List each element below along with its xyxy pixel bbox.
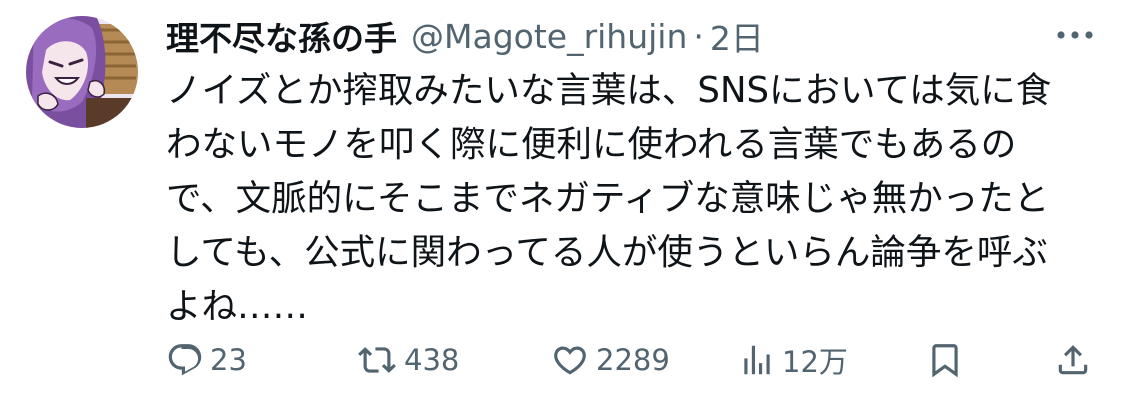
retweet-button[interactable]: 438: [356, 338, 459, 382]
avatar-illustration: [26, 16, 138, 128]
tweet[interactable]: 理不尽な孫の手 @Magote_rihujin · 2日 ノイズとか搾取みたいな…: [0, 0, 1125, 404]
views-icon: [744, 345, 770, 375]
action-bar: 23 438 2289 12万: [166, 338, 1096, 382]
views-count: 12万: [782, 345, 848, 379]
reply-button[interactable]: 23: [166, 338, 247, 382]
more-button[interactable]: [1053, 20, 1097, 50]
tweet-text-line: で、文脈的にそこまでネガティブな意味じゃ無かったと: [166, 178, 1050, 219]
tweet-text: ノイズとか搾取みたいな言葉は、SNSにおいては気に食 わないモノを叩く際に便利に…: [166, 64, 1096, 334]
more-icon: [1057, 31, 1093, 39]
timestamp[interactable]: 2日: [710, 12, 764, 60]
separator: ·: [693, 16, 704, 56]
avatar[interactable]: [26, 16, 138, 128]
handle[interactable]: @Magote_rihujin: [411, 17, 687, 56]
reply-count: 23: [210, 343, 247, 377]
tweet-text-line: わないモノを叩く際に便利に使われる言葉でもあるの: [166, 124, 1017, 165]
heart-icon: [554, 346, 586, 375]
bookmark-button[interactable]: [926, 338, 964, 382]
share-button[interactable]: [1054, 338, 1092, 382]
tweet-text-line: よね……: [166, 286, 309, 327]
like-button[interactable]: 2289: [550, 338, 670, 382]
tweet-text-line: ノイズとか搾取みたいな言葉は、SNSにおいては気に食: [166, 70, 1052, 111]
display-name[interactable]: 理不尽な孫の手: [166, 12, 397, 60]
share-icon: [1058, 345, 1088, 375]
retweet-icon: [358, 347, 396, 373]
tweet-header: 理不尽な孫の手 @Magote_rihujin · 2日: [166, 12, 764, 60]
retweet-count: 438: [404, 343, 460, 377]
tweet-text-line: しても、公式に関わってる人が使うといらん論争を呼ぶ: [166, 232, 1048, 273]
bookmark-icon: [932, 344, 958, 378]
reply-icon: [168, 344, 202, 376]
like-count: 2289: [596, 343, 670, 377]
views-button[interactable]: 12万: [738, 338, 848, 382]
